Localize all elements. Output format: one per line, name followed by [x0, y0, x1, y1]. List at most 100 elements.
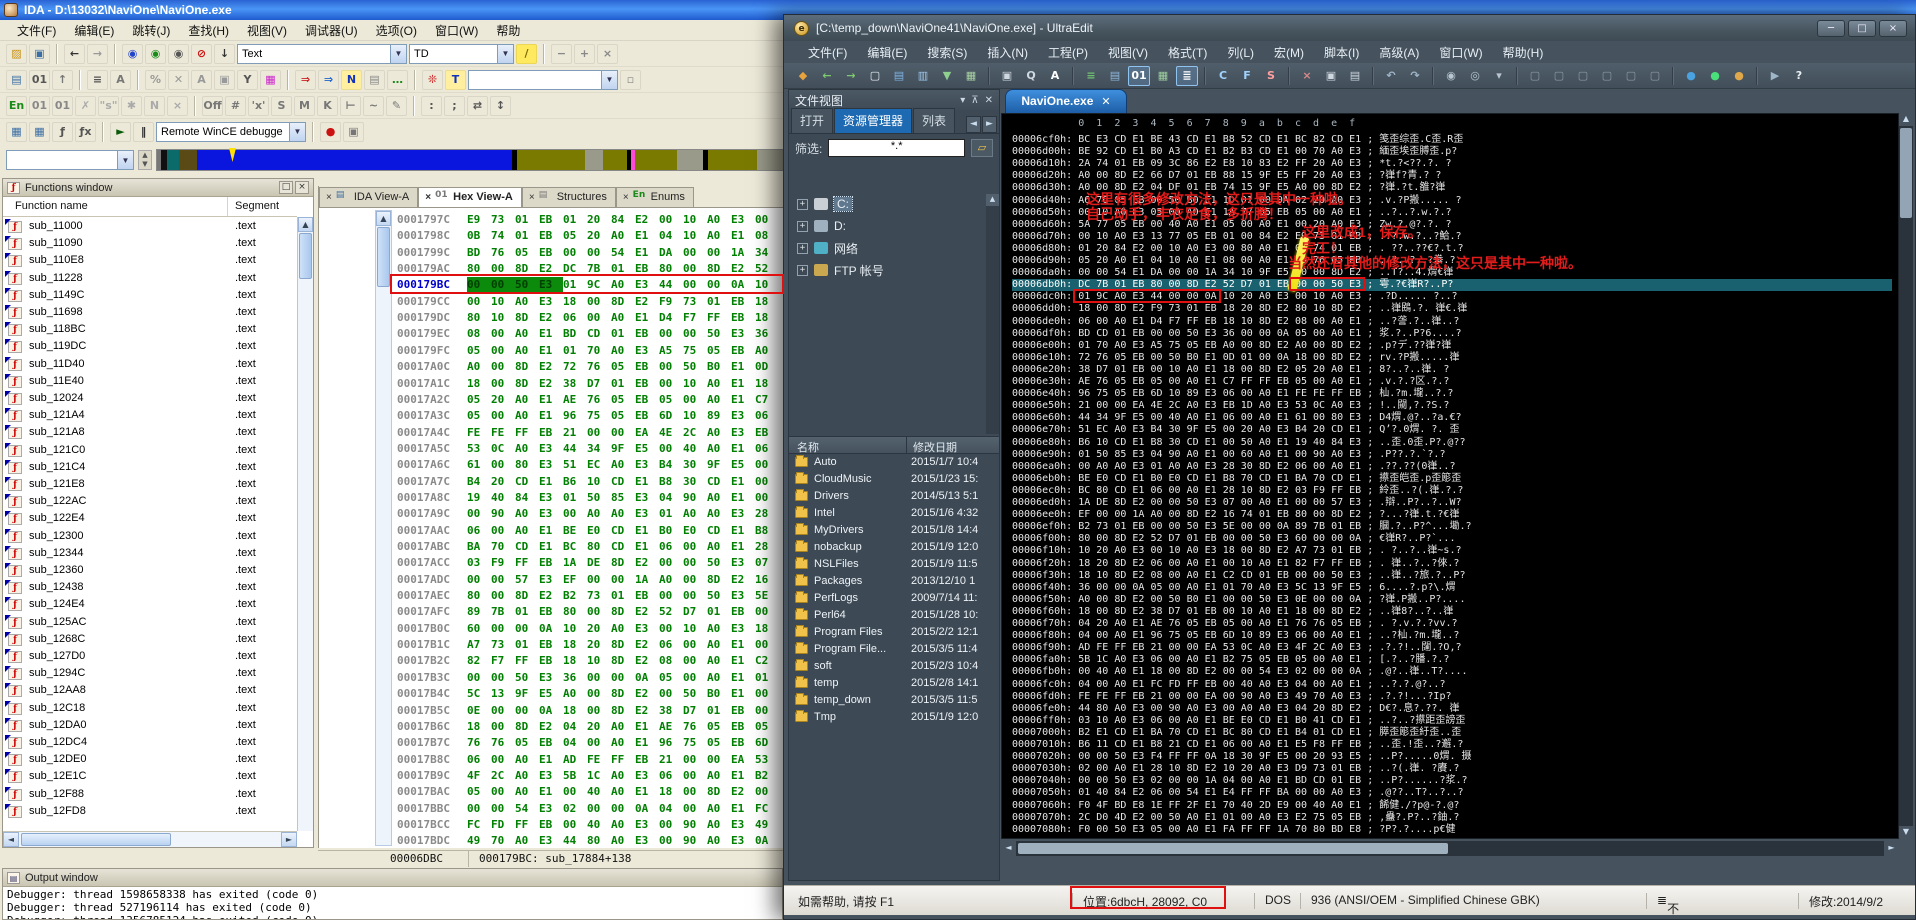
search-text-icon[interactable]: ◉: [145, 43, 166, 64]
tabs-scroll-left-icon[interactable]: ◄: [966, 116, 981, 133]
tree-item-[interactable]: + 网络: [797, 238, 858, 258]
ue-hex-dump[interactable]: 00006cf0h: BC E3 CD E1 BE 43 CD E1 B8 52…: [1012, 134, 1898, 838]
paste-icon[interactable]: ▤: [1344, 66, 1366, 86]
ue-hex-row[interactable]: 00006e70h: 51 EC A0 E3 B4 30 9F E5 00 20…: [1012, 424, 1459, 436]
functions-list[interactable]: ƒ sub_11000 .text ƒ sub_11090 .text ƒ sub_110E8…: [3, 217, 297, 831]
folder-row[interactable]: nobackup 2015/1/9 12:0: [789, 539, 999, 556]
ue-hex-row[interactable]: 00007050h: 01 40 84 E2 06 00 54 E1 E4 FF…: [1012, 787, 1464, 799]
star-icon[interactable]: ✱: [121, 95, 142, 116]
open-file-icon[interactable]: ▤: [888, 66, 910, 86]
small-button[interactable]: ▫: [620, 69, 641, 90]
copy-icon[interactable]: ▣: [1320, 66, 1342, 86]
ida-menu-item-1[interactable]: 编辑(E): [65, 20, 123, 41]
function-row[interactable]: ƒ sub_122E4 .text: [3, 511, 297, 528]
ue-hex-row[interactable]: 00006f50h: A0 00 8D E2 00 50 B0 E1 00 00…: [1012, 594, 1465, 606]
ue-hex-row[interactable]: 00006e60h: 44 34 9F E5 00 40 A0 E1 06 00…: [1012, 412, 1462, 424]
ida-hex-row[interactable]: 00017A6C 61 00 80 E3 51 EC A0 E3 B4 30 9F E5 00: [397, 457, 779, 473]
function-row[interactable]: ƒ sub_12DC4 .text: [3, 735, 297, 752]
folder-row[interactable]: CloudMusic 2015/1/23 15:: [789, 471, 999, 488]
ue-hex-row[interactable]: 00006fc0h: 04 00 A0 E1 FC FD FF EB 00 40…: [1012, 679, 1445, 691]
ida-hex-row[interactable]: 00017A2C 05 20 A0 E1 AE 76 05 EB 05 00 A0 E1 C7: [397, 392, 779, 408]
web1-icon[interactable]: ●: [1680, 66, 1702, 86]
function-row[interactable]: ƒ sub_11E40 .text: [3, 373, 297, 391]
ue-hex-row[interactable]: 00006e30h: AE 76 05 EB 05 00 A0 E1 C7 FF…: [1012, 376, 1449, 388]
expand-icon[interactable]: ↕: [490, 95, 511, 116]
highlighter-icon[interactable]: /: [516, 43, 537, 64]
tab-close-icon[interactable]: ×: [623, 192, 629, 203]
tool6-icon[interactable]: ▢: [1644, 66, 1666, 86]
ue-menu-item-5[interactable]: 视图(V): [1098, 42, 1158, 63]
panel-pin-icon[interactable]: ⊼: [971, 95, 978, 106]
minus-icon[interactable]: −: [551, 43, 572, 64]
function-row[interactable]: ƒ sub_11D40 .text: [3, 356, 297, 374]
ue-hex-row[interactable]: 00006e80h: B6 10 CD E1 B8 30 CD E1 00 50…: [1012, 437, 1465, 449]
function-row[interactable]: ƒ sub_12AA8 .text: [3, 683, 297, 700]
ue-hex-row[interactable]: 00006f20h: 18 20 8D E2 06 00 A0 E1 00 10…: [1012, 558, 1459, 570]
ida-menu-item-8[interactable]: 帮助: [487, 20, 529, 41]
ue-hex-row[interactable]: 00006e00h: 01 70 A0 E3 A5 75 05 EB A0 00…: [1012, 340, 1451, 352]
ida-hex-row[interactable]: 00017BBC 00 00 54 E3 02 00 00 0A 04 00 A0 E1 FC: [397, 801, 779, 817]
del-X-icon[interactable]: ×: [167, 95, 188, 116]
names-icon[interactable]: N: [341, 69, 362, 90]
folder-row[interactable]: soft 2015/2/3 10:4: [789, 658, 999, 675]
enums-En-icon[interactable]: En: [6, 95, 27, 116]
tab-close-icon[interactable]: ×: [425, 192, 431, 203]
output-window-titlebar[interactable]: ▤ Output window: [3, 869, 782, 887]
function-row[interactable]: ƒ sub_121C4 .text: [3, 459, 297, 477]
function-row[interactable]: ƒ sub_124E4 .text: [3, 597, 297, 614]
dat-0101-icon[interactable]: 01: [52, 95, 73, 116]
open-folder-icon[interactable]: ▥: [912, 66, 934, 86]
ida-hex-row[interactable]: 00017ABC BA 70 CD E1 BC 80 CD E1 06 00 A0 E1 28: [397, 539, 779, 555]
ida-menu-item-4[interactable]: 视图(V): [238, 20, 296, 41]
find-icon[interactable]: ◉: [1440, 66, 1462, 86]
column-name[interactable]: 名称: [789, 437, 907, 454]
function-row[interactable]: ƒ sub_12300 .text: [3, 528, 297, 546]
ue-menu-item-4[interactable]: 工程(P): [1038, 42, 1098, 63]
trace-icon[interactable]: ▣: [343, 121, 364, 142]
functions-window-titlebar[interactable]: ƒ Functions window □ ×: [3, 179, 313, 197]
ue-hex-row[interactable]: 00006eb0h: BE E0 CD E1 B0 E0 CD E1 B8 70…: [1012, 473, 1461, 485]
jump-xref-icon[interactable]: ⇒: [295, 69, 316, 90]
ue-hex-row[interactable]: 00006df0h: BD CD 01 EB 00 00 50 E3 36 00…: [1012, 328, 1462, 340]
function-row[interactable]: ƒ sub_110E8 .text: [3, 253, 297, 270]
function-row[interactable]: ƒ sub_12024 .text: [3, 391, 297, 408]
functions-vscrollbar[interactable]: ▲: [297, 217, 313, 831]
macro-icon[interactable]: ▶: [1764, 66, 1786, 86]
ue-hex-row[interactable]: 00006dd0h: 18 00 8D E2 F9 73 01 EB 18 20…: [1012, 303, 1467, 315]
functions-hscrollbar[interactable]: ◄ ►: [3, 831, 297, 847]
ida-hex-dump[interactable]: 0001797C E9 73 01 EB 01 20 84 E2 00 10 A0 E3 00 000179…: [397, 212, 783, 848]
union-M-icon[interactable]: M: [294, 95, 315, 116]
back-icon[interactable]: ←: [64, 43, 85, 64]
ue-menu-item-8[interactable]: 宏(M): [1264, 42, 1314, 63]
folder-row[interactable]: Drivers 2014/5/13 5:1: [789, 488, 999, 505]
folder-row[interactable]: Program File... 2015/3/5 11:4: [789, 641, 999, 658]
hexview-scrollbar[interactable]: ▲: [375, 210, 392, 846]
function-row[interactable]: ƒ sub_1149C .text: [3, 287, 297, 305]
circle-c-icon[interactable]: C: [1212, 66, 1234, 86]
file-panel-tab-打开[interactable]: 打开: [791, 108, 834, 133]
ida-hex-row[interactable]: 00017B4C 5C 13 9F E5 A0 00 8D E2 00 50 B0 E1 00: [397, 686, 779, 702]
panel-menu-icon[interactable]: ▾: [960, 95, 965, 106]
ida-hex-row[interactable]: 00017ACC 03 F9 FF EB 1A DE 8D E2 00 00 50 E3 07: [397, 555, 779, 571]
ida-hex-row[interactable]: 00017AFC 89 7B 01 EB 80 00 8D E2 52 D7 01 EB 00: [397, 604, 779, 620]
tabs-scroll-right-icon[interactable]: ►: [982, 116, 997, 133]
ue-vscrollbar[interactable]: ▲ ▼: [1899, 113, 1913, 839]
ue-hex-row[interactable]: 00007000h: B2 E1 CD E1 BA 70 CD E1 BC 80…: [1012, 727, 1461, 739]
forward-icon[interactable]: →: [840, 66, 862, 86]
ida-hex-row[interactable]: 000179CC 00 10 A0 E3 18 00 8D E2 F9 73 01 EB 18: [397, 294, 779, 310]
ida-menu-item-5[interactable]: 调试器(U): [296, 20, 367, 41]
ida-hex-row[interactable]: 00017B2C 82 F7 FF EB 18 10 8D E2 08 00 A0 E1 C2: [397, 653, 779, 669]
ue-hex-row[interactable]: 00007010h: B6 11 CD E1 B8 21 CD E1 06 00…: [1012, 739, 1463, 751]
folder-row[interactable]: Program Files 2015/2/2 12:1: [789, 624, 999, 641]
swap-icon[interactable]: ⇄: [467, 95, 488, 116]
document-tab-navione[interactable]: NaviOne.exe ✕: [1005, 89, 1127, 114]
folder-row[interactable]: temp 2015/2/8 14:1: [789, 675, 999, 692]
replace-icon[interactable]: ◎: [1464, 66, 1486, 86]
offset-icon[interactable]: Off: [202, 95, 223, 116]
function-row[interactable]: ƒ sub_11000 .text: [3, 219, 297, 236]
ida-menu-item-3[interactable]: 查找(H): [179, 20, 238, 41]
empty-combo[interactable]: ▼: [468, 69, 618, 90]
web3-icon[interactable]: ●: [1728, 66, 1750, 86]
ue-hex-row[interactable]: 00006ef0h: B2 73 01 EB 00 00 50 E3 5E 00…: [1012, 521, 1472, 533]
search-type-combo[interactable]: Text ▼: [237, 43, 407, 64]
